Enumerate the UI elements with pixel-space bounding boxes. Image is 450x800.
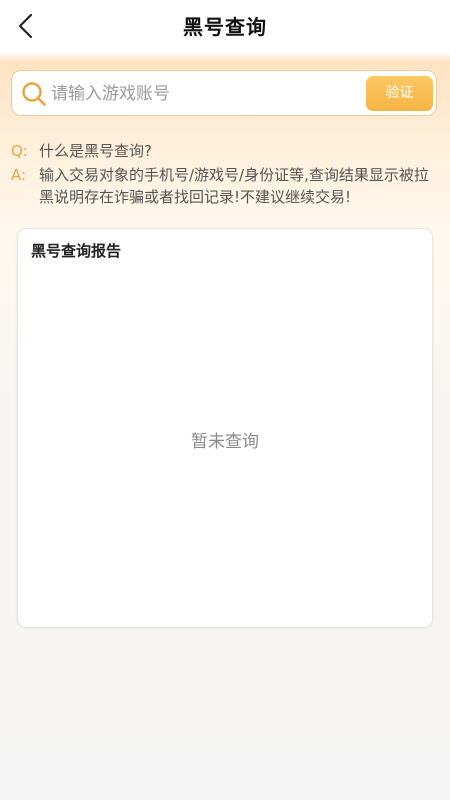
header-bar: 黑号查询 [0, 0, 450, 54]
report-card: 黑号查询报告 暂未查询 [18, 229, 432, 627]
page-title: 黑号查询 [183, 15, 267, 39]
search-box: 验证 [11, 70, 437, 116]
answer-prefix: A: [11, 166, 27, 184]
report-title: 黑号查询报告 [31, 242, 122, 260]
faq-answer-row: A: 输入交易对象的手机号/游戏号/身份证等,查询结果显示被拉黑说明存在诈骗或者… [11, 164, 439, 208]
faq-answer: 输入交易对象的手机号/游戏号/身份证等,查询结果显示被拉黑说明存在诈骗或者找回记… [39, 166, 429, 206]
question-prefix: Q: [11, 142, 28, 160]
account-search-input[interactable] [51, 77, 361, 111]
verify-button[interactable]: 验证 [366, 76, 433, 111]
faq-question: 什么是黑号查询? [39, 142, 152, 160]
faq-section: Q: 什么是黑号查询? A: 输入交易对象的手机号/游戏号/身份证等,查询结果显… [11, 140, 439, 210]
search-icon [22, 82, 46, 106]
page-background: 黑号查询 验证 Q: 什么是黑号查询? A: 输入交易对象的手机号/游戏号/身份… [0, 0, 450, 800]
faq-question-row: Q: 什么是黑号查询? [11, 140, 439, 162]
empty-state-text: 暂未查询 [191, 432, 259, 452]
